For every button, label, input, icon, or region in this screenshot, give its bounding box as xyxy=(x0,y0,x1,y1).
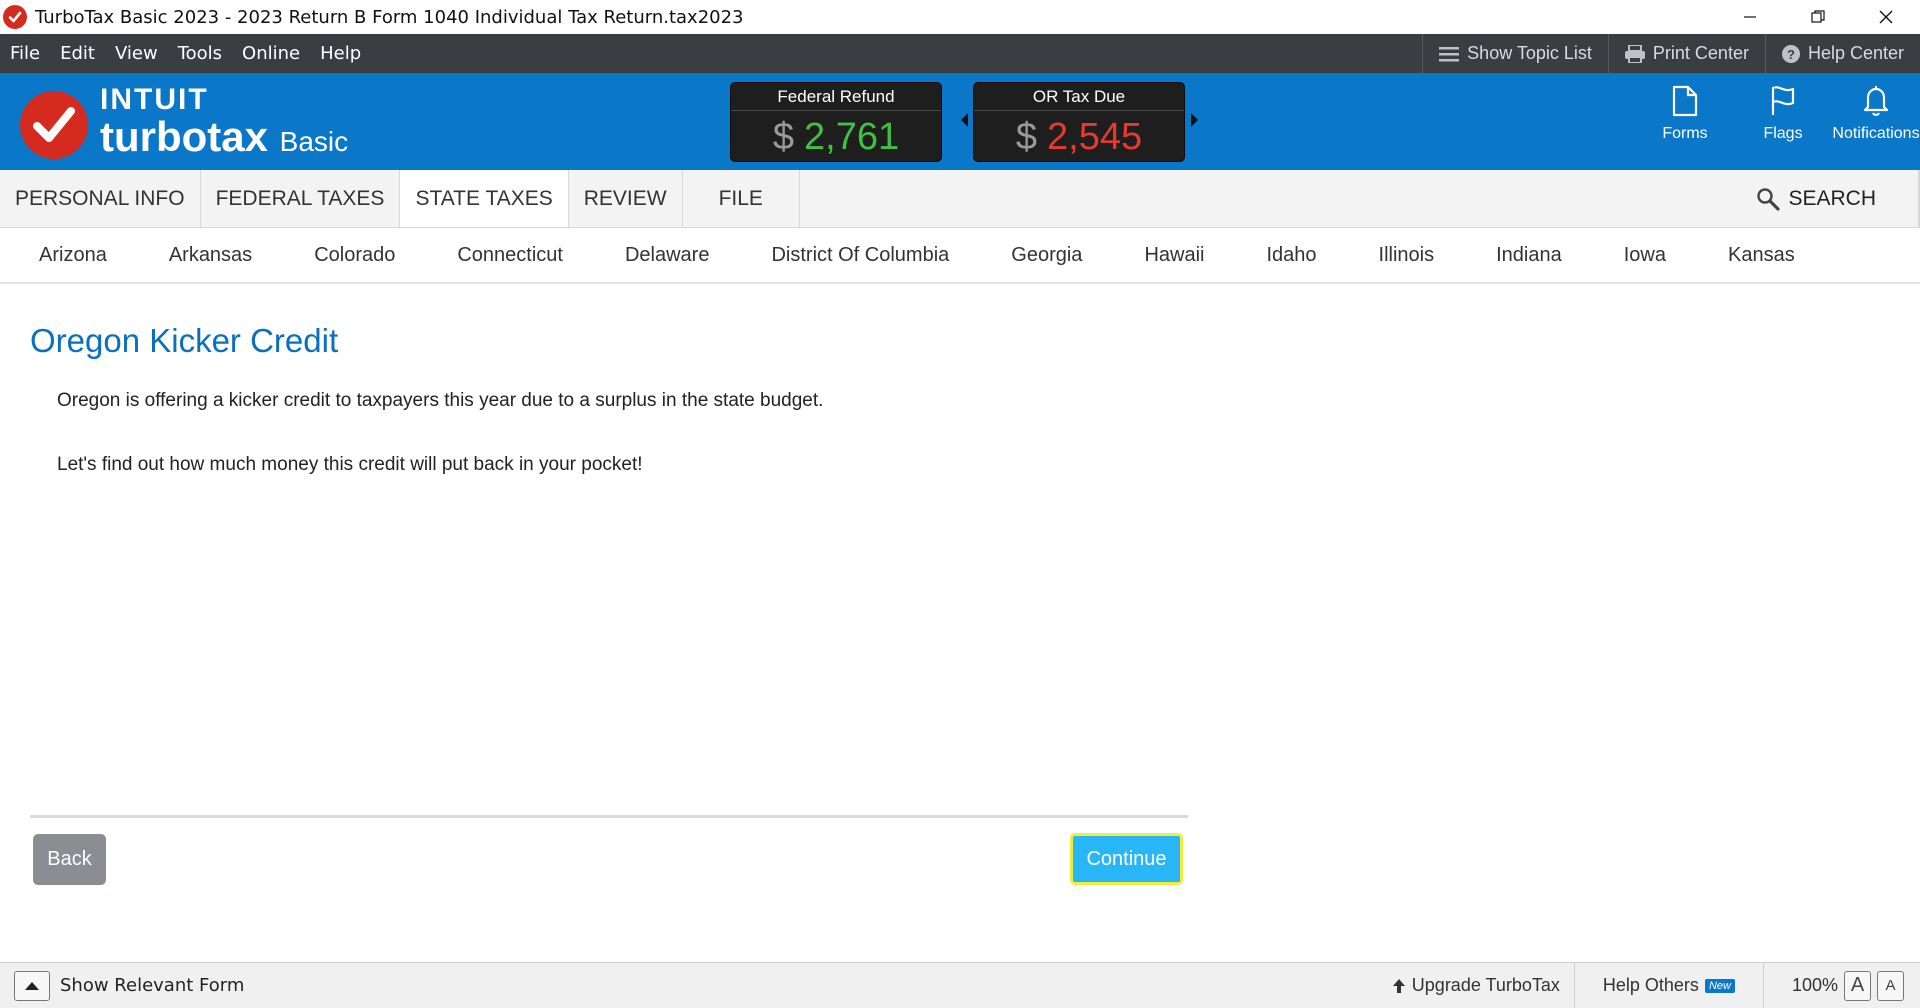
state-item[interactable]: Delaware xyxy=(594,244,740,267)
decrease-font-button[interactable]: A xyxy=(1877,970,1904,1001)
federal-refund-box[interactable]: Federal Refund $ 2,761 xyxy=(730,82,942,162)
arrow-up-icon xyxy=(1392,978,1405,993)
federal-currency: $ xyxy=(772,115,795,158)
upgrade-turbotax-link[interactable]: Upgrade TurboTax xyxy=(1378,963,1575,1008)
bell-icon xyxy=(1863,86,1889,116)
page-title: Oregon Kicker Credit xyxy=(30,322,339,359)
zoom-level: 100% xyxy=(1791,975,1838,995)
help-others-link[interactable]: Help Others New xyxy=(1575,963,1764,1008)
checkmark-logo-icon xyxy=(20,90,88,159)
tab-file[interactable]: FILE xyxy=(683,170,800,227)
logo-brand: INTUIT xyxy=(100,83,209,116)
show-topic-list-button[interactable]: Show Topic List xyxy=(1422,34,1608,73)
flag-icon xyxy=(1771,86,1795,115)
menu-view[interactable]: View xyxy=(105,43,168,64)
title-bar: TurboTax Basic 2023 - 2023 Return B Form… xyxy=(0,0,1920,34)
help-icon: ? xyxy=(1781,44,1800,63)
state-item[interactable]: Connecticut xyxy=(426,244,594,267)
list-icon xyxy=(1439,46,1460,61)
restore-icon xyxy=(1811,10,1825,23)
new-badge: New xyxy=(1704,978,1735,993)
close-icon xyxy=(1879,10,1893,24)
zoom-controls: 100% A A xyxy=(1764,963,1920,1008)
flags-button[interactable]: Flags xyxy=(1734,85,1832,143)
state-item[interactable]: Hawaii xyxy=(1113,244,1235,267)
notifications-button[interactable]: Notifications xyxy=(1832,85,1920,143)
restore-button[interactable] xyxy=(1784,0,1852,34)
increase-font-button[interactable]: A xyxy=(1844,970,1871,1001)
print-center-button[interactable]: Print Center xyxy=(1607,34,1765,73)
print-center-label: Print Center xyxy=(1652,43,1749,63)
state-item[interactable]: Indiana xyxy=(1465,244,1593,267)
app-header: INTUIT turbotax Basic Federal Refund $ 2… xyxy=(0,73,1920,170)
state-item[interactable]: Arkansas xyxy=(138,244,283,267)
show-relevant-form-toggle[interactable] xyxy=(14,970,50,1001)
forms-button[interactable]: Forms xyxy=(1636,85,1734,143)
footer-divider xyxy=(30,815,1188,818)
menu-file[interactable]: File xyxy=(0,43,50,64)
federal-refund-label: Federal Refund xyxy=(731,83,941,111)
back-button[interactable]: Back xyxy=(33,834,106,885)
prev-state-arrow-icon[interactable] xyxy=(961,113,968,127)
svg-text:?: ? xyxy=(1787,47,1795,62)
turbotax-app-icon xyxy=(3,5,27,29)
state-item[interactable]: Iowa xyxy=(1593,244,1697,267)
state-item[interactable]: Arizona xyxy=(0,244,138,267)
help-center-label: Help Center xyxy=(1807,43,1904,63)
menu-tools[interactable]: Tools xyxy=(168,43,232,64)
state-item[interactable]: Idaho xyxy=(1235,244,1347,267)
help-center-button[interactable]: ? Help Center xyxy=(1764,34,1920,73)
tab-personal-info[interactable]: PERSONAL INFO xyxy=(0,170,201,227)
help-others-label: Help Others xyxy=(1602,975,1699,995)
state-item[interactable]: Colorado xyxy=(283,244,426,267)
flags-label: Flags xyxy=(1763,125,1803,142)
tab-federal-taxes[interactable]: FEDERAL TAXES xyxy=(201,170,401,227)
intro-paragraph: Oregon is offering a kicker credit to ta… xyxy=(57,390,824,411)
show-relevant-form-label[interactable]: Show Relevant Form xyxy=(60,975,244,996)
status-bar: Show Relevant Form Upgrade TurboTax Help… xyxy=(0,962,1920,1008)
state-tax-box[interactable]: OR Tax Due $ 2,545 xyxy=(973,82,1185,162)
logo-product: turbotax xyxy=(100,113,268,160)
printer-icon xyxy=(1624,44,1645,63)
document-icon xyxy=(1672,85,1698,117)
federal-refund-amount: 2,761 xyxy=(804,115,900,158)
followup-paragraph: Let's find out how much money this credi… xyxy=(57,454,643,475)
state-item[interactable]: District Of Columbia xyxy=(740,244,980,267)
next-state-arrow-icon[interactable] xyxy=(1191,113,1198,127)
menu-edit[interactable]: Edit xyxy=(50,43,105,64)
main-tabs: PERSONAL INFO FEDERAL TAXES STATE TAXES … xyxy=(0,170,1920,228)
close-button[interactable] xyxy=(1852,0,1920,34)
continue-button[interactable]: Continue xyxy=(1070,833,1183,885)
state-list: Arizona Arkansas Colorado Connecticut De… xyxy=(0,228,1920,284)
search-icon xyxy=(1757,187,1781,211)
state-currency: $ xyxy=(1015,115,1038,158)
menu-help[interactable]: Help xyxy=(310,43,371,64)
main-content: Oregon Kicker Credit Oregon is offering … xyxy=(0,286,1920,962)
state-item[interactable]: Illinois xyxy=(1348,244,1466,267)
state-item[interactable]: Kansas xyxy=(1697,244,1826,267)
minimize-button[interactable] xyxy=(1716,0,1784,34)
state-tax-label: OR Tax Due xyxy=(974,83,1184,111)
tab-review[interactable]: REVIEW xyxy=(569,170,683,227)
state-item[interactable]: Georgia xyxy=(980,244,1113,267)
menu-bar: File Edit View Tools Online Help Show To… xyxy=(0,34,1920,73)
forms-label: Forms xyxy=(1662,125,1708,142)
state-tax-amount: 2,545 xyxy=(1047,115,1143,158)
window-title: TurboTax Basic 2023 - 2023 Return B Form… xyxy=(35,6,744,28)
turbotax-logo: INTUIT turbotax Basic xyxy=(20,85,348,164)
upgrade-label: Upgrade TurboTax xyxy=(1411,975,1560,995)
minimize-icon xyxy=(1744,16,1756,18)
tab-state-taxes[interactable]: STATE TAXES xyxy=(400,170,569,227)
window-controls xyxy=(1716,0,1920,34)
show-topic-list-label: Show Topic List xyxy=(1467,43,1592,63)
menu-online[interactable]: Online xyxy=(232,43,310,64)
search-button[interactable]: SEARCH xyxy=(1756,170,1876,227)
search-label: SEARCH xyxy=(1788,186,1876,210)
logo-edition: Basic xyxy=(279,126,349,157)
notifications-label: Notifications xyxy=(1832,125,1920,142)
triangle-up-icon xyxy=(25,981,39,990)
